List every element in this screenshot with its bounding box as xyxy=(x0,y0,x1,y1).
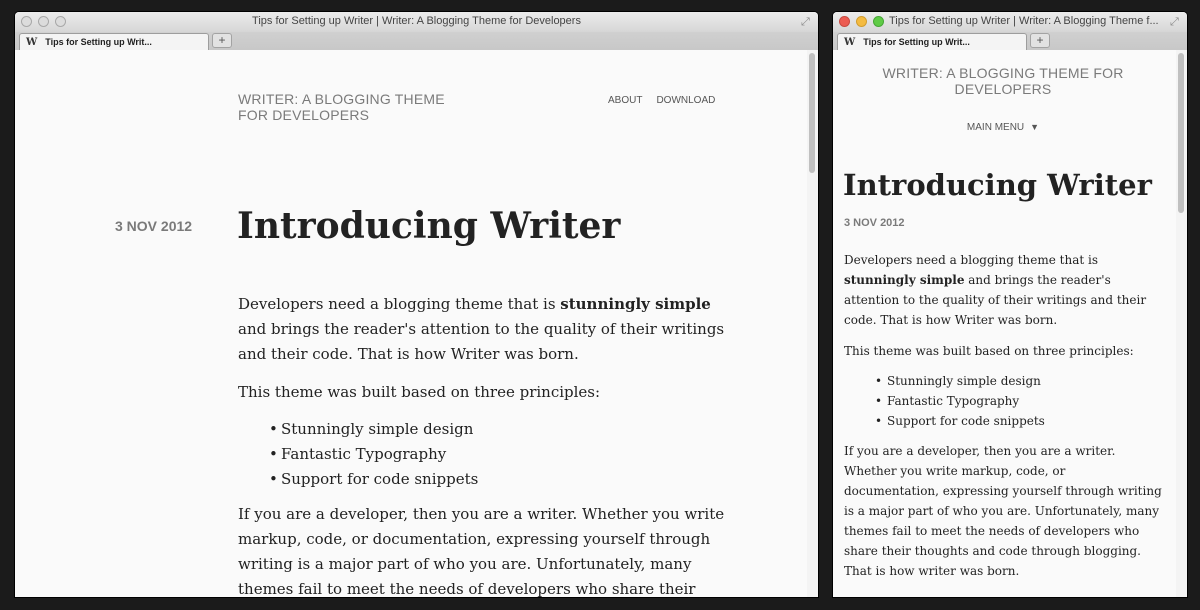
list-item: Fantastic Typography xyxy=(269,442,738,467)
vertical-scrollbar[interactable] xyxy=(807,50,818,597)
intro-text: Developers need a blogging theme that is xyxy=(844,253,1099,267)
browser-tab[interactable]: W Tips for Setting up Writ... xyxy=(19,33,209,50)
tab-label: Tips for Setting up Writ... xyxy=(863,37,970,47)
list-item: Stunningly simple design xyxy=(269,417,738,442)
main-menu-toggle[interactable]: MAIN MENU ▼ xyxy=(833,122,1173,133)
scrollbar-thumb[interactable] xyxy=(809,53,815,173)
browser-tab[interactable]: W Tips for Setting up Writ... xyxy=(837,33,1027,50)
vertical-scrollbar[interactable] xyxy=(1176,50,1187,597)
scrollbar-thumb[interactable] xyxy=(1178,53,1184,213)
main-menu-label: MAIN MENU xyxy=(966,122,1025,133)
zoom-button[interactable] xyxy=(873,16,884,27)
list-item: Support for code snippets xyxy=(875,411,1162,431)
principles-list: Stunningly simple design Fantastic Typog… xyxy=(269,417,738,492)
title-bar: Tips for Setting up Writer | Writer: A B… xyxy=(833,12,1187,32)
favicon-icon: W xyxy=(844,36,856,48)
developer-paragraph: If you are a developer, then you are a w… xyxy=(238,505,725,597)
site-nav: ABOUT DOWNLOAD xyxy=(608,90,729,108)
new-tab-button[interactable]: + xyxy=(1030,33,1050,48)
page-viewport[interactable]: WRITER: A BLOGGING THEME FOR DEVELOPERS … xyxy=(15,50,818,597)
post-date: 3 NOV 2012 xyxy=(844,217,905,229)
post-title[interactable]: Introducing Writer xyxy=(237,203,620,249)
intro-text-end: and brings the reader's attention to the… xyxy=(238,320,725,363)
new-tab-button[interactable]: + xyxy=(212,33,232,48)
fullscreen-icon[interactable]: ⤢ xyxy=(1170,16,1182,28)
window-title: Tips for Setting up Writer | Writer: A B… xyxy=(889,15,1159,27)
intro-paragraph: Developers need a blogging theme that is… xyxy=(238,292,738,367)
intro-paragraph: Developers need a blogging theme that is… xyxy=(844,250,1162,330)
title-bar: Tips for Setting up Writer | Writer: A B… xyxy=(15,12,818,32)
site-title[interactable]: WRITER: A BLOGGING THEME FOR DEVELOPERS xyxy=(238,91,478,123)
browser-window-large: Tips for Setting up Writer | Writer: A B… xyxy=(15,12,818,597)
triangle-down-icon: ▼ xyxy=(1030,122,1040,132)
close-button[interactable] xyxy=(839,16,850,27)
window-title: Tips for Setting up Writer | Writer: A B… xyxy=(252,15,581,27)
nav-download-link[interactable]: DOWNLOAD xyxy=(656,95,715,106)
intro-bold-text: stunningly simple xyxy=(844,273,965,287)
window-controls xyxy=(839,16,884,27)
list-item: Fantastic Typography xyxy=(875,391,1162,411)
nav-about-link[interactable]: ABOUT xyxy=(608,95,642,106)
intro-bold-text: stunningly simple xyxy=(560,295,711,313)
page-viewport[interactable]: WRITER: A BLOGGING THEME FOR DEVELOPERS … xyxy=(833,50,1187,597)
site-title[interactable]: WRITER: A BLOGGING THEME FOR DEVELOPERS xyxy=(853,65,1153,97)
list-item: Support for code snippets xyxy=(269,467,738,492)
favicon-icon: W xyxy=(26,36,38,48)
developer-paragraph: If you are a developer, then you are a w… xyxy=(844,444,1162,578)
principles-list: Stunningly simple design Fantastic Typog… xyxy=(875,371,1162,431)
principles-intro: This theme was built based on three prin… xyxy=(844,344,1134,358)
post-body: Developers need a blogging theme that is… xyxy=(238,292,738,597)
post-body: Developers need a blogging theme that is… xyxy=(844,250,1162,581)
browser-window-small: Tips for Setting up Writer | Writer: A B… xyxy=(833,12,1187,597)
post-date: 3 NOV 2012 xyxy=(115,218,193,234)
tab-label: Tips for Setting up Writ... xyxy=(45,37,152,47)
list-item: Stunningly simple design xyxy=(875,371,1162,391)
intro-text: Developers need a blogging theme that is xyxy=(238,295,561,313)
principles-intro: This theme was built based on three prin… xyxy=(238,383,601,401)
fullscreen-icon[interactable]: ⤢ xyxy=(801,16,813,28)
minimize-button[interactable] xyxy=(856,16,867,27)
post-title[interactable]: Introducing Writer xyxy=(843,165,1152,205)
